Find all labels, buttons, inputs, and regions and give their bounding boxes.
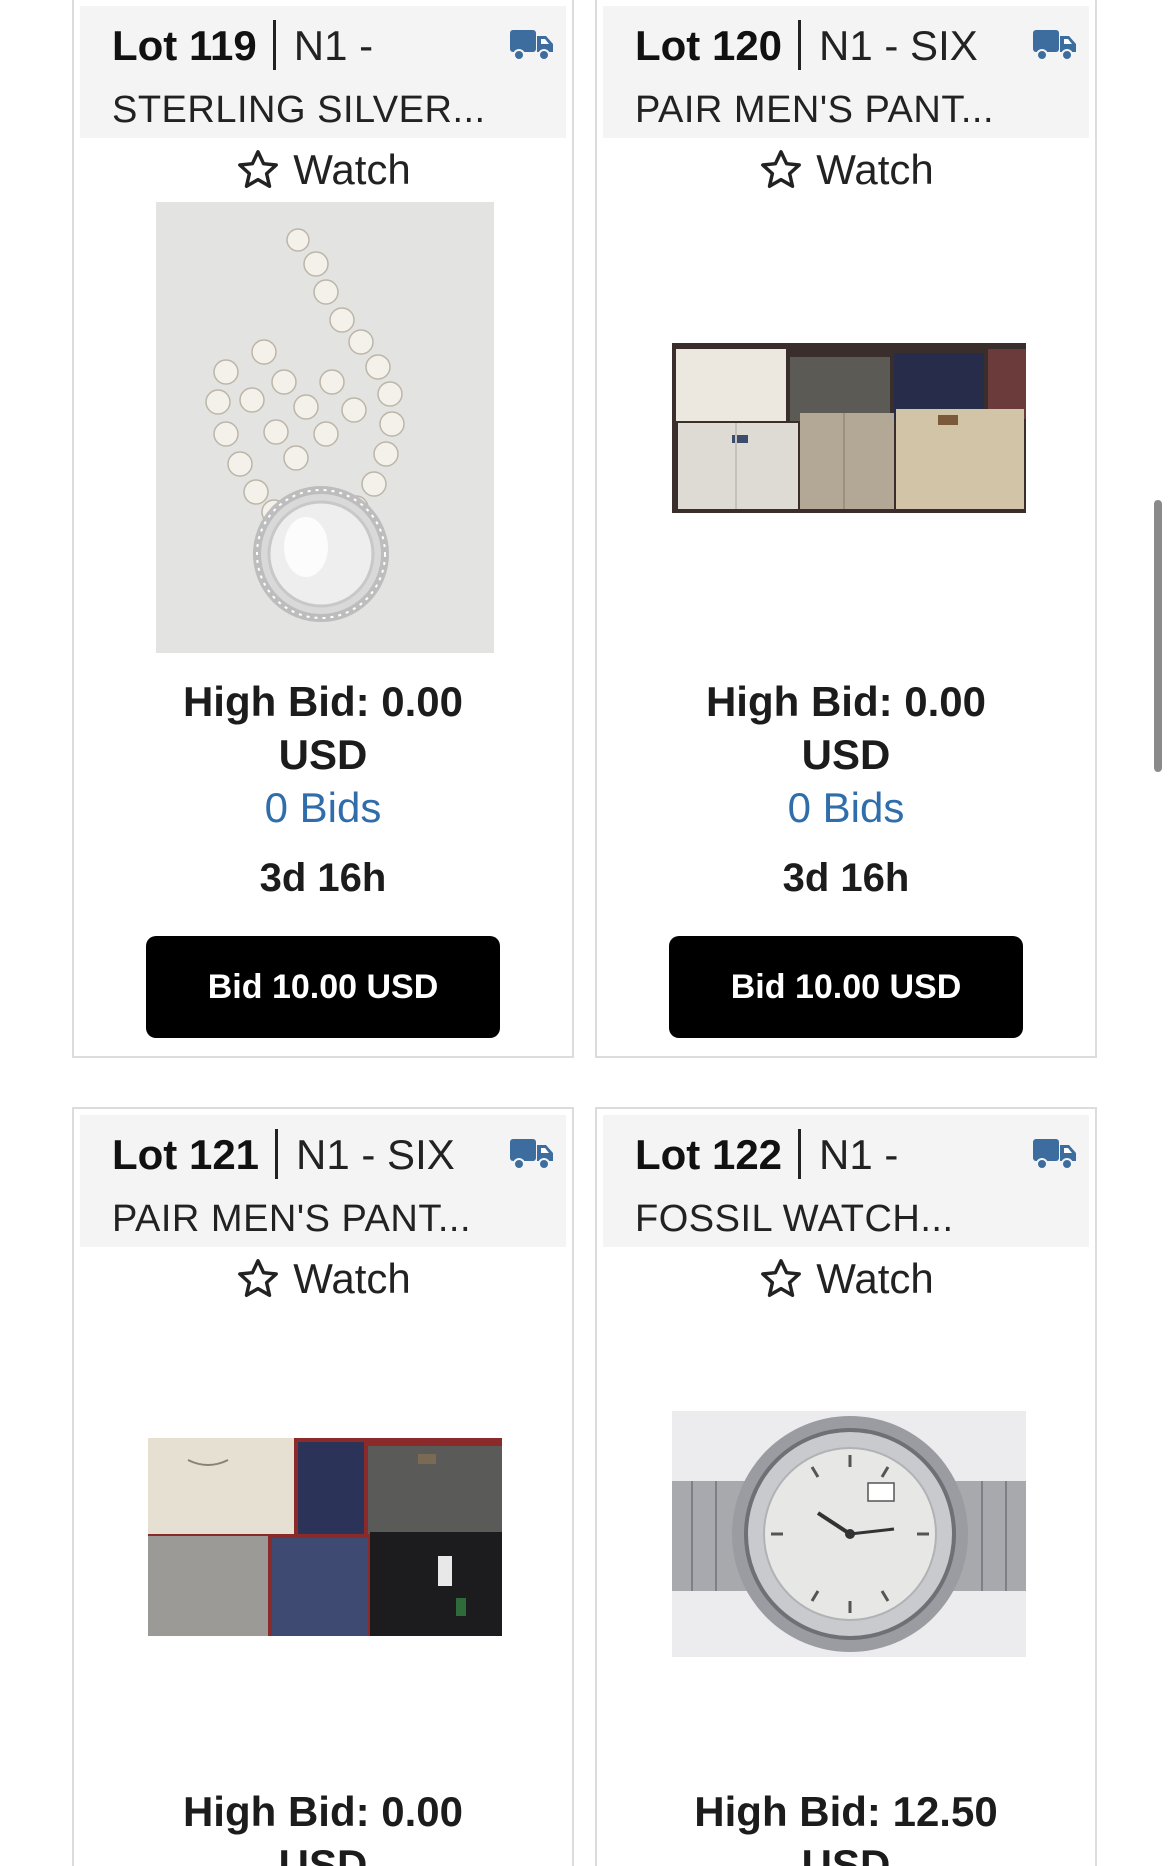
- lot-title[interactable]: PAIR MEN'S PANT...: [112, 1195, 546, 1243]
- lot-card-header[interactable]: Lot 120 N1 - SIX PAIR MEN'S PANT...: [603, 6, 1089, 138]
- lot-card[interactable]: Lot 121 N1 - SIX PAIR MEN'S PANT... Watch: [72, 1107, 574, 1866]
- lot-number: Lot 122: [635, 1131, 783, 1178]
- lot-prefix: N1 -: [819, 1131, 899, 1178]
- lot-prefix: N1 -: [293, 22, 374, 69]
- watch-label: Watch: [293, 146, 411, 193]
- lot-prefix: N1 - SIX: [296, 1131, 455, 1178]
- mens-pants-photo[interactable]: [148, 1438, 502, 1636]
- lot-card-header[interactable]: Lot 119 N1 - STERLING SILVER...: [80, 6, 566, 138]
- lot-grid: Lot 119 N1 - STERLING SILVER... Watch Hi…: [0, 0, 1170, 1866]
- scrollbar[interactable]: [1154, 500, 1162, 772]
- high-bid-currency: USD: [278, 1841, 368, 1866]
- high-bid: High Bid: 0.00: [182, 1788, 464, 1835]
- time-left: 3d 16h: [259, 856, 387, 900]
- truck-icon: [510, 1139, 553, 1170]
- lot-divider: [798, 20, 802, 70]
- high-bid-currency: USD: [801, 1841, 891, 1866]
- high-bid-currency: USD: [801, 731, 891, 778]
- star-icon: [761, 1259, 802, 1298]
- watch-label: Watch: [293, 1255, 411, 1302]
- lot-card-header[interactable]: Lot 121 N1 - SIX PAIR MEN'S PANT...: [80, 1115, 566, 1247]
- truck-icon: [1033, 30, 1076, 61]
- fossil-watch-photo[interactable]: [672, 1411, 1026, 1657]
- lot-prefix: N1 - SIX: [819, 22, 978, 69]
- high-bid-currency: USD: [278, 731, 368, 778]
- truck-icon: [510, 30, 553, 61]
- watch-toggle[interactable]: Watch: [597, 144, 1095, 196]
- star-icon: [761, 150, 802, 189]
- bid-button[interactable]: Bid 10.00 USD: [669, 936, 1023, 1038]
- star-icon: [238, 150, 279, 189]
- high-bid: High Bid: 0.00: [705, 678, 987, 725]
- lot-title[interactable]: STERLING SILVER...: [112, 86, 546, 134]
- star-icon: [238, 1259, 279, 1298]
- watch-toggle[interactable]: Watch: [597, 1253, 1095, 1305]
- time-left: 3d 16h: [782, 856, 910, 900]
- lot-number: Lot 120: [635, 22, 783, 69]
- watch-label: Watch: [816, 1255, 934, 1302]
- lot-card-header[interactable]: Lot 122 N1 - FOSSIL WATCH...: [603, 1115, 1089, 1247]
- lot-title[interactable]: PAIR MEN'S PANT...: [635, 86, 1069, 134]
- lot-number: Lot 119: [112, 22, 257, 69]
- truck-icon: [1033, 1139, 1076, 1170]
- watch-label: Watch: [816, 146, 934, 193]
- lot-card[interactable]: Lot 119 N1 - STERLING SILVER... Watch Hi…: [72, 0, 574, 1058]
- bid-button[interactable]: Bid 10.00 USD: [146, 936, 500, 1038]
- lot-divider: [272, 20, 276, 70]
- lot-heading: Lot 122 N1 -: [635, 1129, 999, 1181]
- mens-pants-photo[interactable]: [672, 343, 1026, 513]
- lot-divider: [798, 1129, 802, 1179]
- lot-title[interactable]: FOSSIL WATCH...: [635, 1195, 1069, 1243]
- pearl-necklace-photo[interactable]: [156, 202, 494, 653]
- watch-toggle[interactable]: Watch: [74, 1253, 572, 1305]
- high-bid: High Bid: 0.00: [182, 678, 464, 725]
- high-bid: High Bid: 12.50: [694, 1788, 998, 1835]
- lot-heading: Lot 119 N1 -: [112, 20, 476, 72]
- lot-card[interactable]: Lot 120 N1 - SIX PAIR MEN'S PANT... Watch: [595, 0, 1097, 1058]
- bids-count-link[interactable]: 0 Bids: [74, 781, 572, 834]
- bids-count-link[interactable]: 0 Bids: [597, 781, 1095, 834]
- lot-heading: Lot 120 N1 - SIX: [635, 20, 999, 72]
- lot-heading: Lot 121 N1 - SIX: [112, 1129, 476, 1181]
- lot-card[interactable]: Lot 122 N1 - FOSSIL WATCH... Watch High …: [595, 1107, 1097, 1866]
- watch-toggle[interactable]: Watch: [74, 144, 572, 196]
- lot-number: Lot 121: [112, 1131, 260, 1178]
- lot-divider: [275, 1129, 279, 1179]
